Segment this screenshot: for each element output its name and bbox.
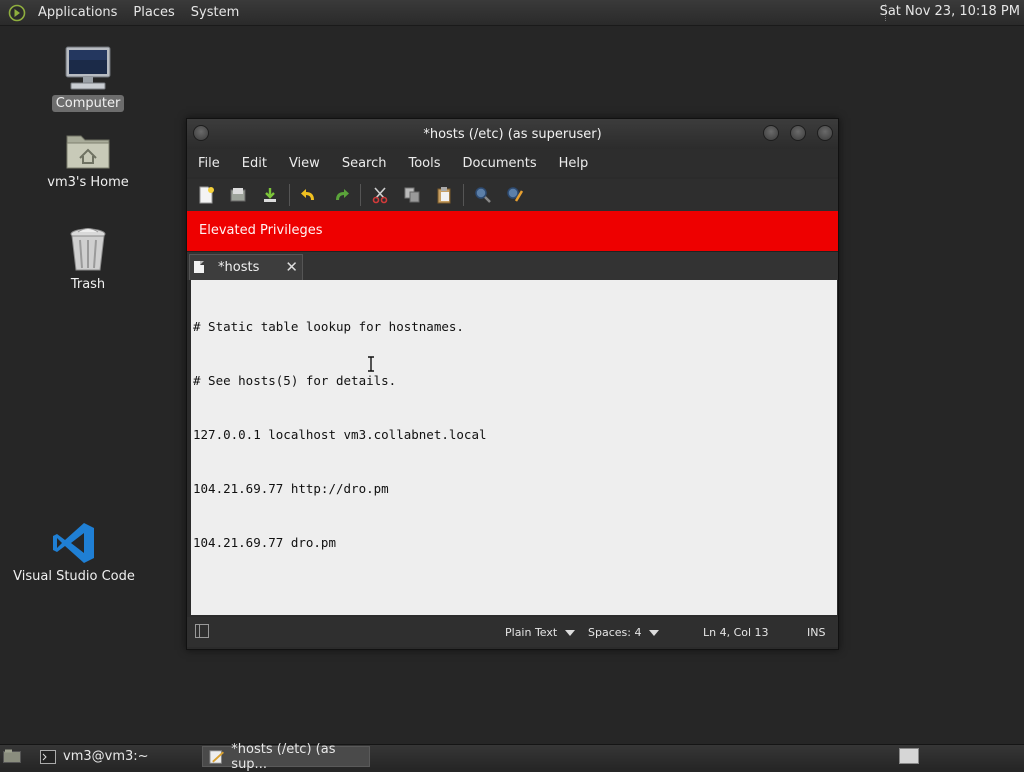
editor-line: 104.21.69.77 dro.pm xyxy=(193,535,336,550)
computer-icon xyxy=(65,46,111,90)
new-document-icon[interactable] xyxy=(193,182,219,208)
desktop-icon-label: vm3's Home xyxy=(47,175,129,190)
terminal-icon xyxy=(40,749,56,764)
show-desktop-icon[interactable] xyxy=(3,749,21,763)
task-label: *hosts (/etc) (as sup... xyxy=(231,741,336,772)
desktop-icon-computer[interactable]: Computer xyxy=(51,45,125,112)
spaces-label: Spaces: 4 xyxy=(588,626,642,639)
tab-close-icon[interactable]: ✕ xyxy=(285,258,298,276)
undo-icon[interactable] xyxy=(296,182,322,208)
editor-line: # See hosts(5) for details. xyxy=(193,373,397,388)
redo-icon[interactable] xyxy=(328,182,354,208)
close-button[interactable] xyxy=(817,125,833,141)
open-icon[interactable] xyxy=(225,182,251,208)
toolbar xyxy=(187,179,838,211)
editor-text-area[interactable]: # Static table lookup for hostnames. # S… xyxy=(191,280,837,615)
maximize-button[interactable] xyxy=(790,125,806,141)
tab-width-selector[interactable]: Spaces: 4 xyxy=(588,626,660,639)
find-replace-icon[interactable] xyxy=(502,182,528,208)
editor-line: # Static table lookup for hostnames. xyxy=(193,319,464,334)
menu-help[interactable]: Help xyxy=(548,156,600,171)
desktop-icon-label: Trash xyxy=(70,277,106,292)
applications-logo-icon[interactable] xyxy=(8,4,26,22)
text-editor-window: *hosts (/etc) (as superuser) File Edit V… xyxy=(186,118,839,650)
trash-icon xyxy=(70,228,106,271)
tab-bar: *hosts ✕ xyxy=(187,251,838,280)
menu-search[interactable]: Search xyxy=(331,156,398,171)
menu-view[interactable]: View xyxy=(278,156,331,171)
editor-line: 104.21.69.77 http://dro.pm xyxy=(193,481,389,496)
document-icon xyxy=(194,261,204,273)
chevron-down-icon xyxy=(565,630,576,636)
tab-label: *hosts xyxy=(218,260,260,275)
taskbar-item-editor[interactable]: *hosts (/etc) (as sup... xyxy=(202,742,370,772)
window-titlebar[interactable]: *hosts (/etc) (as superuser) xyxy=(187,119,838,149)
clock[interactable]: Sat Nov 23, 10:18 PM xyxy=(880,4,1020,19)
side-panel-toggle-icon[interactable] xyxy=(195,624,209,638)
save-icon[interactable] xyxy=(257,182,283,208)
desktop-icon-vscode[interactable]: Visual Studio Code xyxy=(13,520,135,585)
minimize-button[interactable] xyxy=(763,125,779,141)
infobar-text: Elevated Privileges xyxy=(199,223,323,238)
menu-applications[interactable]: Applications xyxy=(30,5,125,20)
language-label: Plain Text xyxy=(505,626,558,639)
menu-places[interactable]: Places xyxy=(125,5,182,20)
elevated-privileges-bar: Elevated Privileges xyxy=(187,211,838,251)
tab-hosts[interactable]: *hosts ✕ xyxy=(189,254,303,280)
language-selector[interactable]: Plain Text xyxy=(505,626,576,639)
status-bar: Plain Text Spaces: 4 Ln 4, Col 13 INS xyxy=(187,617,838,647)
bottom-panel: vm3@vm3:~ *hosts (/etc) (as sup... xyxy=(0,742,1024,772)
cursor-position: Ln 4, Col 13 xyxy=(703,626,769,639)
taskbar-item-terminal[interactable]: vm3@vm3:~ xyxy=(34,746,200,767)
desktop-icon-label: Computer xyxy=(51,95,125,112)
text-editor-icon xyxy=(209,749,224,764)
window-title: *hosts (/etc) (as superuser) xyxy=(423,127,602,142)
workspace-switcher-icon[interactable] xyxy=(899,748,919,764)
menu-system[interactable]: System xyxy=(183,5,247,20)
menu-file[interactable]: File xyxy=(187,156,231,171)
menu-bar: File Edit View Search Tools Documents He… xyxy=(187,149,838,177)
toolbar-separator xyxy=(360,184,361,206)
chevron-down-icon xyxy=(649,630,660,636)
top-panel: Applications Places System Sat Nov 23, 1… xyxy=(0,0,1024,26)
toolbar-separator xyxy=(463,184,464,206)
vscode-icon xyxy=(53,523,94,563)
menu-tools[interactable]: Tools xyxy=(397,156,451,171)
desktop-icon-label: Visual Studio Code xyxy=(13,569,135,584)
menu-documents[interactable]: Documents xyxy=(452,156,548,171)
insert-mode[interactable]: INS xyxy=(807,626,825,639)
desktop-icon-trash[interactable]: Trash xyxy=(58,226,118,293)
copy-icon[interactable] xyxy=(399,182,425,208)
text-cursor-icon xyxy=(368,356,374,372)
toolbar-separator xyxy=(289,184,290,206)
task-label: vm3@vm3:~ xyxy=(63,749,149,764)
home-folder-icon xyxy=(66,135,110,169)
desktop-icon-home[interactable]: vm3's Home xyxy=(47,128,129,191)
find-icon[interactable] xyxy=(470,182,496,208)
menu-edit[interactable]: Edit xyxy=(231,156,278,171)
cut-icon[interactable] xyxy=(367,182,393,208)
editor-line: 127.0.0.1 localhost vm3.collabnet.local xyxy=(193,427,487,442)
paste-icon[interactable] xyxy=(431,182,457,208)
